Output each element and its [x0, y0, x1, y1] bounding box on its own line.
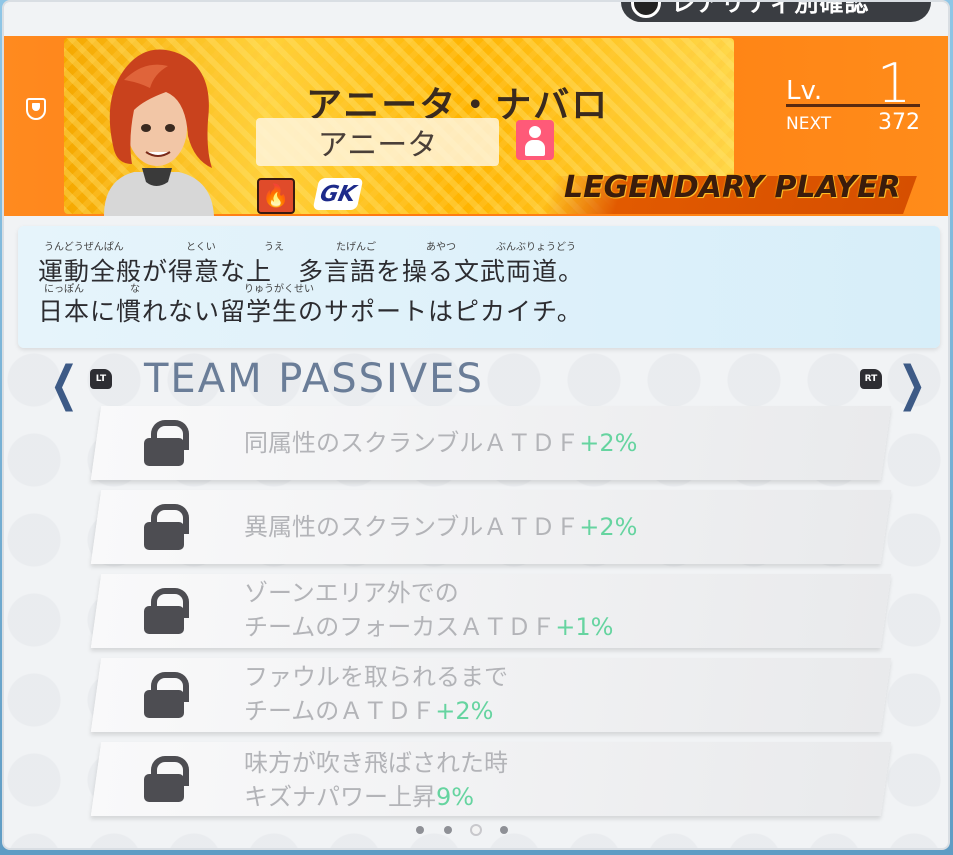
level-label: Lv. [786, 76, 823, 106]
page-dot[interactable] [500, 826, 508, 834]
passive-text: 同属性のスクランブルＡＴＤＦ+2% [244, 429, 638, 457]
next-exp-value: 372 [878, 110, 920, 135]
menu-button-icon [631, 2, 661, 18]
fire-element-icon: 🔥 [257, 178, 295, 214]
ruby-text: うんどうぜんぱん [44, 242, 124, 253]
character-description: うんどうぜんぱん とくい うえ たげんご あやつ ぶんぶりょうどう にっぽん な… [18, 226, 940, 348]
lock-icon [144, 504, 189, 550]
page-indicator [416, 826, 508, 834]
page-dot[interactable] [444, 826, 452, 834]
level-divider [786, 104, 920, 107]
female-gender-icon [516, 120, 554, 160]
rarity-check-tab[interactable]: レアリティ別確認 [621, 0, 931, 22]
passive-card-content: 同属性のスクランブルＡＴＤＦ+2% [96, 406, 886, 480]
next-exp-label: NEXT [786, 114, 832, 134]
lt-button-icon[interactable]: LT [90, 369, 112, 389]
description-line-2: 日本に慣れない留学生のサポートはピカイチ。 [38, 297, 583, 326]
passive-text: 味方が吹き飛ばされた時 キズナパワー上昇9% [244, 749, 508, 811]
passive-text: ゾーンエリア外での チームのフォーカスＡＴＤＦ+1% [244, 579, 614, 641]
character-header: アニータ・ナバロ アニータ 🔥 GK Lv. 1 NEXT 372 LEGEND… [4, 36, 948, 216]
team-passives-title: TEAM PASSIVES [144, 356, 484, 402]
ruby-text: たげんご [336, 242, 376, 253]
next-page-chevron-icon[interactable]: ❯ [898, 356, 926, 412]
character-detail-panel: レアリティ別確認 アニータ・ナバロ アニータ 🔥 GK Lv. 1 NEXT 3… [2, 0, 950, 850]
passive-card-content: 味方が吹き飛ばされた時 キズナパワー上昇9% [96, 742, 886, 816]
lock-icon [144, 672, 189, 718]
ruby-text: ぶんぶりょうどう [496, 242, 576, 253]
passive-card-content: 異属性のスクランブルＡＴＤＦ+2% [96, 490, 886, 564]
lock-icon [144, 420, 189, 466]
nickname-box: アニータ [256, 118, 499, 166]
passive-card-content: ゾーンエリア外での チームのフォーカスＡＴＤＦ+1% [96, 574, 886, 648]
previous-page-chevron-icon[interactable]: ❮ [50, 356, 78, 412]
passive-text: 異属性のスクランブルＡＴＤＦ+2% [244, 513, 638, 541]
ruby-text: あやつ [426, 242, 456, 253]
shield-icon[interactable] [26, 98, 46, 120]
ruby-text: とくい [186, 242, 216, 253]
page-dot[interactable] [416, 826, 424, 834]
character-portrait [104, 49, 214, 216]
rt-button-icon[interactable]: RT [860, 369, 882, 389]
passive-text: ファウルを取られるまで チームのＡＴＤＦ+2% [244, 663, 508, 725]
nickname: アニータ [317, 128, 438, 163]
position-badge: GK [312, 178, 364, 210]
description-line-1: 運動全般が得意な上 多言語を操る文武両道。 [38, 257, 585, 286]
ruby-text: うえ [264, 242, 284, 253]
passive-card-content: ファウルを取られるまで チームのＡＴＤＦ+2% [96, 658, 886, 732]
lock-icon [144, 756, 189, 802]
rarity-label: LEGENDARY PLAYER [564, 170, 901, 205]
lock-icon [144, 588, 189, 634]
rarity-check-label: レアリティ別確認 [671, 0, 870, 17]
page-dot-active[interactable] [472, 826, 480, 834]
